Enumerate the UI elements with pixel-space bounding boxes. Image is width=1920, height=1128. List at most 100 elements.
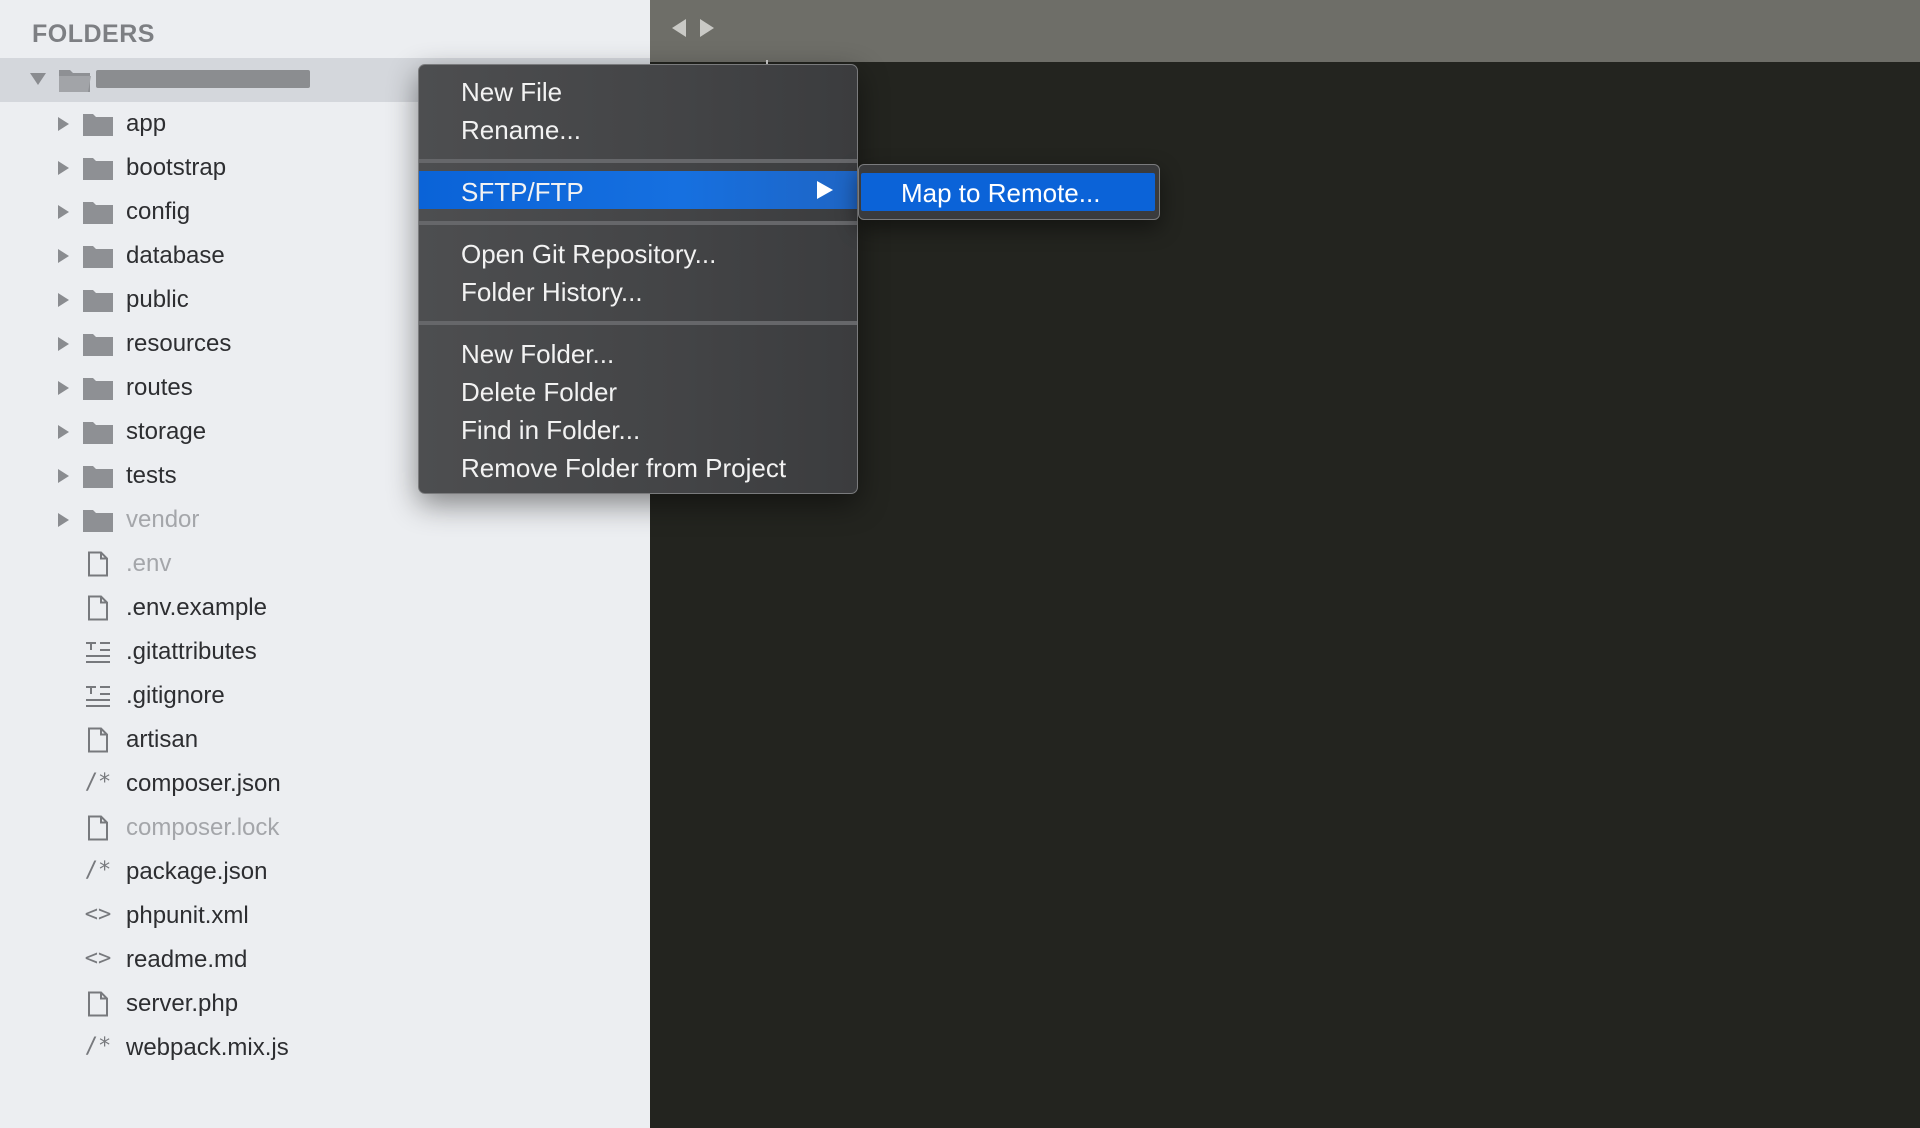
- file-label: composer.json: [126, 770, 281, 797]
- folder-icon: [82, 155, 114, 181]
- folder-icon: [82, 199, 114, 225]
- folder-icon: [82, 463, 114, 489]
- menu-separator: [419, 221, 857, 225]
- menu-separator: [419, 321, 857, 325]
- file-icon: [82, 595, 114, 621]
- folder-label: routes: [126, 374, 193, 401]
- folder-label: tests: [126, 462, 177, 489]
- chevron-right-icon[interactable]: [58, 513, 69, 527]
- file-row[interactable]: composer.lock: [0, 806, 650, 850]
- folder-icon: [82, 419, 114, 445]
- file-row[interactable]: server.php: [0, 982, 650, 1026]
- file-label: .gitignore: [126, 682, 225, 709]
- folder-icon: [82, 111, 114, 137]
- file-icon: [82, 991, 114, 1017]
- submenu-arrow-icon: [817, 181, 833, 199]
- chevron-right-icon[interactable]: [58, 205, 69, 219]
- text-lines-icon: [82, 683, 114, 709]
- chevron-right-icon[interactable]: [58, 469, 69, 483]
- menu-separator: [419, 159, 857, 163]
- file-label: artisan: [126, 726, 199, 753]
- file-label: readme.md: [126, 946, 248, 973]
- file-icon: [82, 551, 114, 577]
- chevron-right-icon[interactable]: [58, 381, 69, 395]
- menu-item-map-to-remote[interactable]: Map to Remote...: [861, 173, 1155, 211]
- file-label: package.json: [126, 858, 268, 885]
- file-label: phpunit.xml: [126, 902, 249, 929]
- menu-item-label: Remove Folder from Project: [461, 453, 787, 483]
- file-label: .env.example: [126, 594, 267, 621]
- folder-row[interactable]: vendor: [0, 498, 650, 542]
- markup-code-icon: <>: [84, 902, 112, 927]
- text-lines-icon: [82, 639, 114, 665]
- menu-item-label: Map to Remote...: [901, 178, 1101, 208]
- folder-icon: [82, 331, 114, 357]
- menu-item-label: Delete Folder: [461, 377, 618, 407]
- folder-icon: [82, 243, 114, 269]
- file-row[interactable]: /* package.json: [0, 850, 650, 894]
- chevron-right-icon[interactable]: [58, 425, 69, 439]
- folder-label: bootstrap: [126, 154, 227, 181]
- menu-item-open-git[interactable]: Open Git Repository...: [419, 233, 857, 271]
- sftp-submenu: Map to Remote...: [858, 164, 1160, 220]
- markup-code-icon: <>: [84, 946, 112, 971]
- file-row[interactable]: <> readme.md: [0, 938, 650, 982]
- chevron-right-icon[interactable]: [58, 293, 69, 307]
- comment-code-icon: /*: [84, 1034, 112, 1059]
- menu-item-remove-folder[interactable]: Remove Folder from Project: [419, 447, 857, 485]
- folder-label: storage: [126, 418, 207, 445]
- comment-code-icon: /*: [84, 858, 112, 883]
- file-label: .gitattributes: [126, 638, 257, 665]
- menu-item-sftp[interactable]: SFTP/FTP: [419, 171, 857, 209]
- chevron-right-icon[interactable]: [700, 19, 714, 37]
- menu-item-label: New File: [461, 77, 563, 107]
- context-menu: New File Rename... SFTP/FTP Open Git Rep…: [418, 64, 858, 494]
- file-label: .env: [126, 550, 172, 577]
- file-row[interactable]: .env.example: [0, 586, 650, 630]
- folder-label: database: [126, 242, 225, 269]
- menu-item-label: Folder History...: [461, 277, 643, 307]
- folder-icon: [82, 287, 114, 313]
- tab-bar: [650, 0, 1920, 62]
- menu-item-find-in-folder[interactable]: Find in Folder...: [419, 409, 857, 447]
- menu-item-delete-folder[interactable]: Delete Folder: [419, 371, 857, 409]
- file-row[interactable]: .gitattributes: [0, 630, 650, 674]
- folder-icon: [82, 507, 114, 533]
- folder-label: resources: [126, 330, 232, 357]
- menu-item-label: Open Git Repository...: [461, 239, 717, 269]
- file-row[interactable]: <> phpunit.xml: [0, 894, 650, 938]
- file-row[interactable]: /* composer.json: [0, 762, 650, 806]
- menu-item-label: Rename...: [461, 115, 581, 145]
- chevron-right-icon[interactable]: [58, 161, 69, 175]
- chevron-down-icon[interactable]: [30, 73, 46, 85]
- file-label: webpack.mix.js: [126, 1034, 289, 1061]
- folder-label: vendor: [126, 506, 200, 533]
- chevron-right-icon[interactable]: [58, 337, 69, 351]
- file-icon: [82, 727, 114, 753]
- redacted-root-name: [96, 70, 310, 88]
- chevron-left-icon[interactable]: [672, 19, 686, 37]
- chevron-right-icon[interactable]: [58, 249, 69, 263]
- menu-item-rename[interactable]: Rename...: [419, 109, 857, 147]
- file-row[interactable]: artisan: [0, 718, 650, 762]
- sidebar-header: FOLDERS: [32, 20, 155, 48]
- folder-label: config: [126, 198, 191, 225]
- file-row[interactable]: .gitignore: [0, 674, 650, 718]
- menu-item-new-file[interactable]: New File: [419, 71, 857, 109]
- menu-item-label: SFTP/FTP: [461, 177, 584, 207]
- file-row[interactable]: /* webpack.mix.js: [0, 1026, 650, 1070]
- comment-code-icon: /*: [84, 770, 112, 795]
- menu-item-folder-history[interactable]: Folder History...: [419, 271, 857, 309]
- file-label: composer.lock: [126, 814, 280, 841]
- folder-label: app: [126, 110, 167, 137]
- chevron-right-icon[interactable]: [58, 117, 69, 131]
- folder-open-icon: [59, 70, 91, 92]
- file-row[interactable]: .env: [0, 542, 650, 586]
- menu-item-label: Find in Folder...: [461, 415, 641, 445]
- menu-item-label: New Folder...: [461, 339, 615, 369]
- folder-icon: [82, 375, 114, 401]
- file-label: server.php: [126, 990, 239, 1017]
- folder-label: public: [126, 286, 189, 313]
- menu-item-new-folder[interactable]: New Folder...: [419, 333, 857, 371]
- file-icon: [82, 815, 114, 841]
